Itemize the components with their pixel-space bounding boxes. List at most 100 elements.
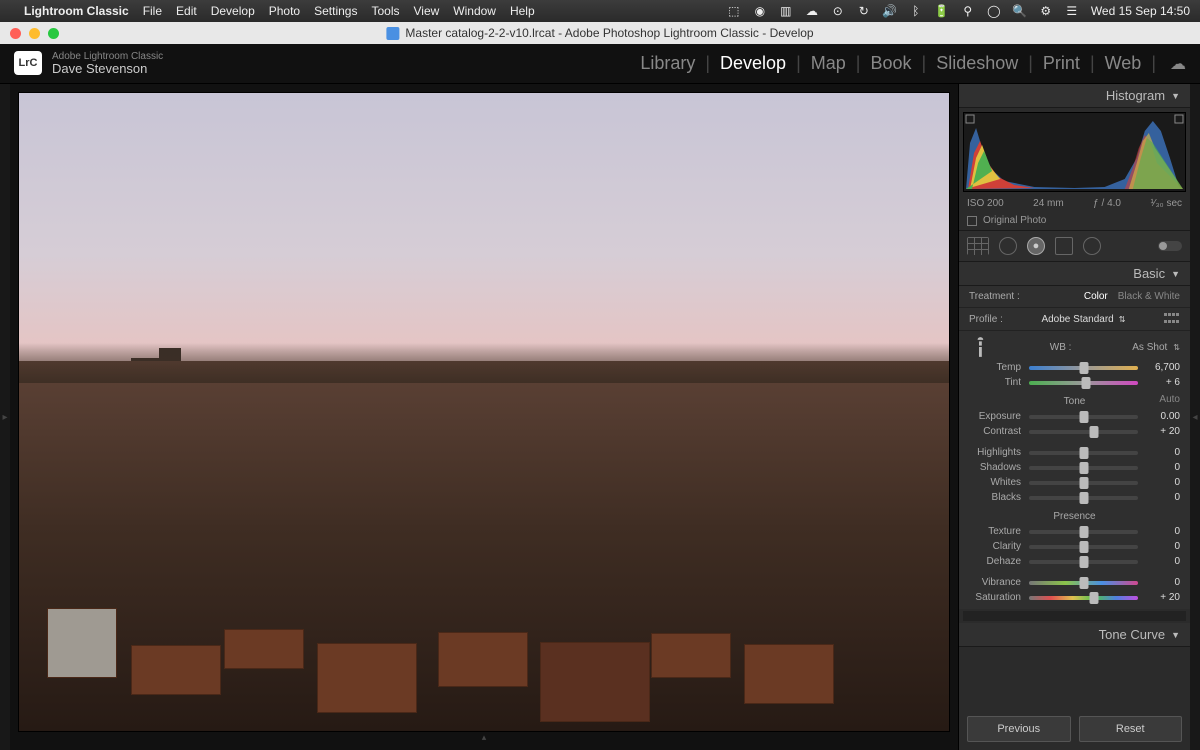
identity-username[interactable]: Dave Stevenson xyxy=(52,62,163,76)
app-menu[interactable]: Lightroom Classic xyxy=(24,4,129,18)
saturation-slider[interactable] xyxy=(1029,596,1138,600)
menu-help[interactable]: Help xyxy=(510,4,535,18)
exposure-label: Exposure xyxy=(969,411,1021,422)
whites-slider[interactable] xyxy=(1029,481,1138,485)
profile-browser-icon[interactable] xyxy=(1164,313,1180,325)
radial-filter-tool[interactable] xyxy=(1083,237,1101,255)
eyedropper-icon[interactable] xyxy=(965,333,993,361)
masking-tool[interactable]: ● xyxy=(1027,237,1045,255)
contrast-slider[interactable] xyxy=(1029,430,1138,434)
crop-tool[interactable] xyxy=(967,237,989,255)
exposure-slider[interactable] xyxy=(1029,415,1138,419)
wb-value[interactable]: As Shot xyxy=(1132,342,1167,353)
right-panel-toggle[interactable]: ◂ xyxy=(1190,84,1200,750)
original-photo-checkbox[interactable] xyxy=(967,216,977,226)
highlights-slider[interactable] xyxy=(1029,451,1138,455)
window-close-button[interactable] xyxy=(10,28,21,39)
histogram-header[interactable]: Histogram ▼ xyxy=(959,84,1190,108)
module-slideshow[interactable]: Slideshow xyxy=(936,53,1018,74)
histogram-title: Histogram xyxy=(1106,88,1165,103)
module-web[interactable]: Web xyxy=(1105,53,1142,74)
status-circle-icon[interactable]: ◉ xyxy=(753,4,767,18)
clarity-value[interactable]: 0 xyxy=(1146,541,1180,552)
window-title: Master catalog-2-2-v10.lrcat - Adobe Pho… xyxy=(405,26,813,40)
module-print[interactable]: Print xyxy=(1043,53,1080,74)
shadows-slider[interactable] xyxy=(1029,466,1138,470)
basic-header[interactable]: Basic ▼ xyxy=(959,262,1190,286)
shadows-label: Shadows xyxy=(969,462,1021,473)
chevron-down-icon: ▼ xyxy=(1171,269,1180,279)
photo-preview[interactable] xyxy=(18,92,950,732)
module-book[interactable]: Book xyxy=(870,53,911,74)
texture-slider[interactable] xyxy=(1029,530,1138,534)
window-zoom-button[interactable] xyxy=(48,28,59,39)
menu-tools[interactable]: Tools xyxy=(371,4,399,18)
profile-dropdown-icon[interactable]: ⇅ xyxy=(1119,315,1126,324)
tone-curve-title: Tone Curve xyxy=(1099,627,1165,642)
dehaze-slider[interactable] xyxy=(1029,560,1138,564)
play-icon[interactable]: ⊙ xyxy=(831,4,845,18)
tint-value[interactable]: + 6 xyxy=(1146,377,1180,388)
texture-value[interactable]: 0 xyxy=(1146,526,1180,537)
menu-settings[interactable]: Settings xyxy=(314,4,357,18)
time-machine-icon[interactable]: ↻ xyxy=(857,4,871,18)
menubar-clock[interactable]: Wed 15 Sep 14:50 xyxy=(1091,4,1190,18)
blacks-label: Blacks xyxy=(969,492,1021,503)
wb-dropdown-icon[interactable]: ⇅ xyxy=(1173,343,1180,352)
filmstrip-toggle[interactable]: ▴ xyxy=(18,732,950,742)
contrast-value[interactable]: + 20 xyxy=(1146,426,1180,437)
window-titlebar: Master catalog-2-2-v10.lrcat - Adobe Pho… xyxy=(0,22,1200,44)
battery-icon[interactable]: 🔋 xyxy=(935,4,949,18)
temp-slider[interactable] xyxy=(1029,366,1138,370)
graduated-filter-tool[interactable] xyxy=(1055,237,1073,255)
temp-value[interactable]: 6,700 xyxy=(1146,362,1180,373)
tone-curve-header[interactable]: Tone Curve ▼ xyxy=(959,623,1190,647)
saturation-value[interactable]: + 20 xyxy=(1146,592,1180,603)
blacks-value[interactable]: 0 xyxy=(1146,492,1180,503)
vibrance-value[interactable]: 0 xyxy=(1146,577,1180,588)
notification-icon[interactable]: ☰ xyxy=(1065,4,1079,18)
histogram-display[interactable] xyxy=(963,112,1186,192)
user-icon[interactable]: ◯ xyxy=(987,4,1001,18)
tool-toggle[interactable] xyxy=(1158,241,1182,251)
exposure-value[interactable]: 0.00 xyxy=(1146,411,1180,422)
bluetooth-icon[interactable]: ᛒ xyxy=(909,4,923,18)
menu-develop[interactable]: Develop xyxy=(211,4,255,18)
spotlight-icon[interactable]: 🔍 xyxy=(1013,4,1027,18)
previous-button[interactable]: Previous xyxy=(967,716,1071,742)
module-library[interactable]: Library xyxy=(640,53,695,74)
highlights-value[interactable]: 0 xyxy=(1146,447,1180,458)
clarity-slider[interactable] xyxy=(1029,545,1138,549)
window-minimize-button[interactable] xyxy=(29,28,40,39)
tint-slider[interactable] xyxy=(1029,381,1138,385)
develop-bottom-buttons: Previous Reset xyxy=(959,708,1190,750)
menu-photo[interactable]: Photo xyxy=(269,4,300,18)
menu-window[interactable]: Window xyxy=(453,4,496,18)
temp-label: Temp xyxy=(969,362,1021,373)
volume-icon[interactable]: 🔊 xyxy=(883,4,897,18)
module-develop[interactable]: Develop xyxy=(720,53,786,74)
auto-tone-button[interactable]: Auto xyxy=(1159,394,1180,405)
reset-button[interactable]: Reset xyxy=(1079,716,1183,742)
blacks-slider[interactable] xyxy=(1029,496,1138,500)
menu-file[interactable]: File xyxy=(143,4,162,18)
dehaze-value[interactable]: 0 xyxy=(1146,556,1180,567)
exif-aperture: ƒ / 4.0 xyxy=(1093,198,1121,209)
dropbox-icon[interactable]: ⬚ xyxy=(727,4,741,18)
treatment-bw[interactable]: Black & White xyxy=(1118,291,1180,302)
menu-view[interactable]: View xyxy=(413,4,439,18)
cloud-status-icon[interactable]: ☁ xyxy=(805,4,819,18)
whites-value[interactable]: 0 xyxy=(1146,477,1180,488)
menu-edit[interactable]: Edit xyxy=(176,4,197,18)
control-center-icon[interactable]: ⚙ xyxy=(1039,4,1053,18)
vibrance-slider[interactable] xyxy=(1029,581,1138,585)
left-panel-toggle[interactable]: ▸ xyxy=(0,84,10,750)
treatment-color[interactable]: Color xyxy=(1084,291,1108,302)
wifi-icon[interactable]: ⚲ xyxy=(961,4,975,18)
module-map[interactable]: Map xyxy=(811,53,846,74)
healing-tool[interactable] xyxy=(999,237,1017,255)
profile-value[interactable]: Adobe Standard xyxy=(1041,314,1113,325)
shadows-value[interactable]: 0 xyxy=(1146,462,1180,473)
cloud-sync-icon[interactable]: ☁ xyxy=(1170,54,1186,74)
status-app-icon[interactable]: ▥ xyxy=(779,4,793,18)
